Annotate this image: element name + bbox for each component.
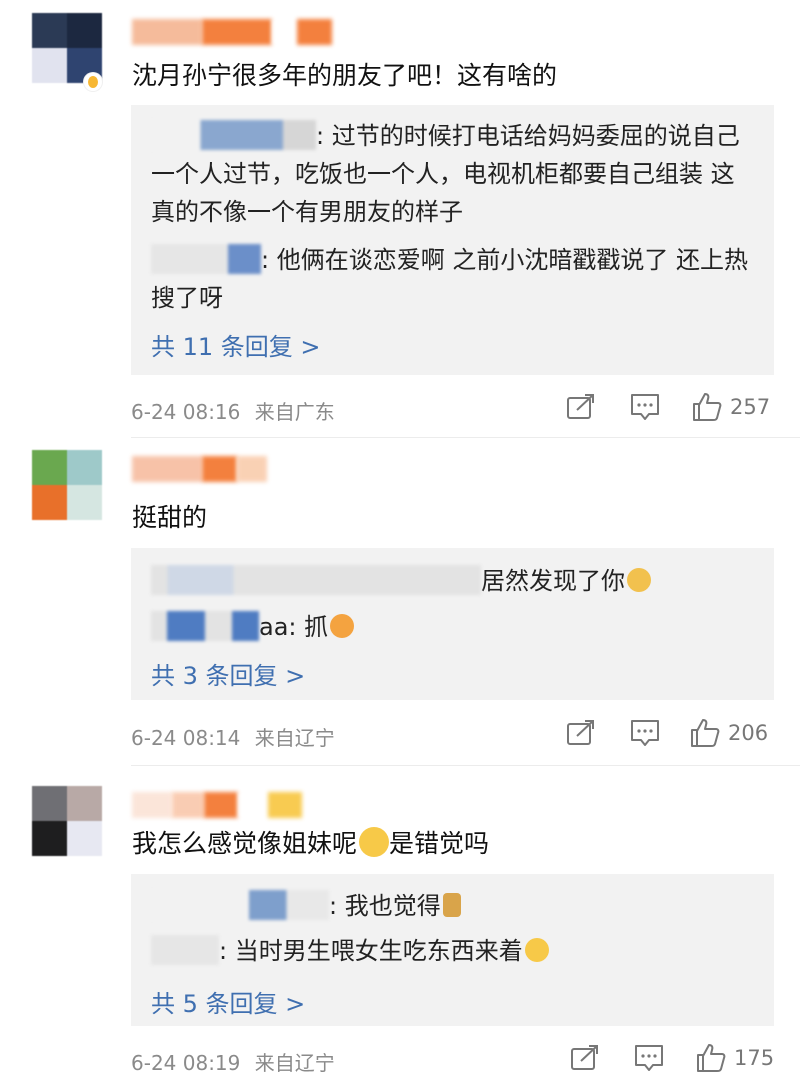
timestamp: 6-24 08:16 bbox=[131, 400, 241, 424]
comment-button[interactable] bbox=[630, 392, 660, 422]
reply-user-redacted[interactable] bbox=[151, 890, 329, 920]
reply-user-redacted[interactable] bbox=[151, 244, 261, 274]
reply-text: aa: 抓 bbox=[259, 613, 329, 641]
reply-user-redacted[interactable] bbox=[151, 565, 481, 595]
reply-user-redacted[interactable] bbox=[151, 120, 316, 150]
username-redacted[interactable] bbox=[132, 15, 332, 45]
username-redacted[interactable] bbox=[132, 452, 267, 482]
view-more-replies-link[interactable]: 共 3 条回复 > bbox=[151, 656, 305, 691]
avatar[interactable] bbox=[32, 450, 102, 520]
comment-icon bbox=[631, 394, 659, 420]
grab-emoji bbox=[330, 614, 355, 638]
comment-text: 沈月孙宁很多年的朋友了吧！这有啥的 bbox=[132, 61, 558, 90]
reply[interactable]: 居然发现了你 bbox=[151, 562, 751, 600]
like-count: 257 bbox=[730, 395, 771, 419]
reply[interactable]: : 过节的时候打电话给妈妈委屈的说自己一个人过节，吃饭也一个人，电视机柜都要自己… bbox=[151, 117, 751, 231]
reply[interactable]: : 他俩在谈恋爱啊 之前小沈暗戳戳说了 还上热搜了呀 bbox=[151, 241, 751, 317]
comment-text: 挺甜的 bbox=[132, 503, 208, 532]
comment-meta: 6-24 08:19 来自辽宁 bbox=[131, 1047, 335, 1076]
comment-text-part: 我怎么感觉像姐妹呢 bbox=[132, 829, 358, 858]
view-more-replies-link[interactable]: 共 11 条回复 > bbox=[151, 327, 321, 362]
share-button[interactable] bbox=[566, 718, 596, 748]
comment-item: 挺甜的 居然发现了你 aa: 抓 共 3 条回复 > 6-24 08:14 来自… bbox=[0, 438, 800, 766]
reply-text: : 我也觉得 bbox=[329, 892, 441, 920]
laugh-cry-emoji bbox=[524, 938, 549, 962]
like-count: 206 bbox=[728, 721, 769, 745]
reply-text: 居然发现了你 bbox=[481, 567, 625, 595]
comment-meta: 6-24 08:14 来自辽宁 bbox=[131, 722, 335, 751]
reply[interactable]: : 当时男生喂女生吃东西来着 bbox=[151, 932, 751, 970]
reply-box[interactable]: : 我也觉得 : 当时男生喂女生吃东西来着 共 5 条回复 > bbox=[131, 874, 774, 1026]
doge-emoji bbox=[627, 568, 651, 592]
username-redacted[interactable] bbox=[132, 788, 302, 818]
like-icon bbox=[697, 1044, 726, 1072]
reply-text: : 当时男生喂女生吃东西来着 bbox=[219, 937, 523, 965]
avatar[interactable] bbox=[32, 786, 102, 856]
comment-icon bbox=[635, 1045, 663, 1071]
like-button[interactable]: 206 bbox=[690, 718, 768, 748]
location: 来自辽宁 bbox=[254, 726, 335, 750]
comment-meta: 6-24 08:16 来自广东 bbox=[131, 396, 335, 425]
location: 来自广东 bbox=[254, 400, 335, 424]
comment-text: 我怎么感觉像姐妹呢 是错觉吗 bbox=[132, 827, 489, 861]
share-button[interactable] bbox=[566, 392, 596, 422]
timestamp: 6-24 08:14 bbox=[131, 726, 241, 750]
reply-user-redacted[interactable] bbox=[151, 611, 259, 641]
comment-item: 我怎么感觉像姐妹呢 是错觉吗 : 我也觉得 : 当时男生喂女生吃东西来着 共 5 … bbox=[0, 766, 800, 1090]
like-count: 175 bbox=[734, 1046, 775, 1070]
reply[interactable]: : 我也觉得 bbox=[151, 887, 751, 925]
comment-item: 沈月孙宁很多年的朋友了吧！这有啥的 : 过节的时候打电话给妈妈委屈的说自己一个人… bbox=[0, 0, 800, 438]
verified-badge-icon bbox=[84, 73, 102, 91]
reply[interactable]: aa: 抓 bbox=[151, 608, 751, 646]
reply-box[interactable]: 居然发现了你 aa: 抓 共 3 条回复 > bbox=[131, 548, 774, 700]
like-button[interactable]: 175 bbox=[696, 1043, 774, 1073]
location: 来自辽宁 bbox=[254, 1051, 335, 1075]
comment-text-part: 是错觉吗 bbox=[389, 829, 490, 858]
comment-button[interactable] bbox=[634, 1043, 664, 1073]
share-icon bbox=[567, 720, 594, 745]
like-icon bbox=[691, 719, 720, 747]
comment-button[interactable] bbox=[630, 718, 660, 748]
share-icon bbox=[571, 1045, 598, 1070]
figure-emoji bbox=[442, 893, 461, 917]
share-icon bbox=[567, 394, 594, 419]
like-icon bbox=[693, 393, 722, 421]
share-button[interactable] bbox=[570, 1043, 600, 1073]
reply-user-redacted[interactable] bbox=[151, 935, 219, 965]
timestamp: 6-24 08:19 bbox=[131, 1051, 241, 1075]
crying-emoji bbox=[359, 827, 390, 857]
view-more-replies-link[interactable]: 共 5 条回复 > bbox=[151, 984, 305, 1019]
comment-icon bbox=[631, 720, 659, 746]
like-button[interactable]: 257 bbox=[692, 392, 770, 422]
reply-box[interactable]: : 过节的时候打电话给妈妈委屈的说自己一个人过节，吃饭也一个人，电视机柜都要自己… bbox=[131, 105, 774, 375]
